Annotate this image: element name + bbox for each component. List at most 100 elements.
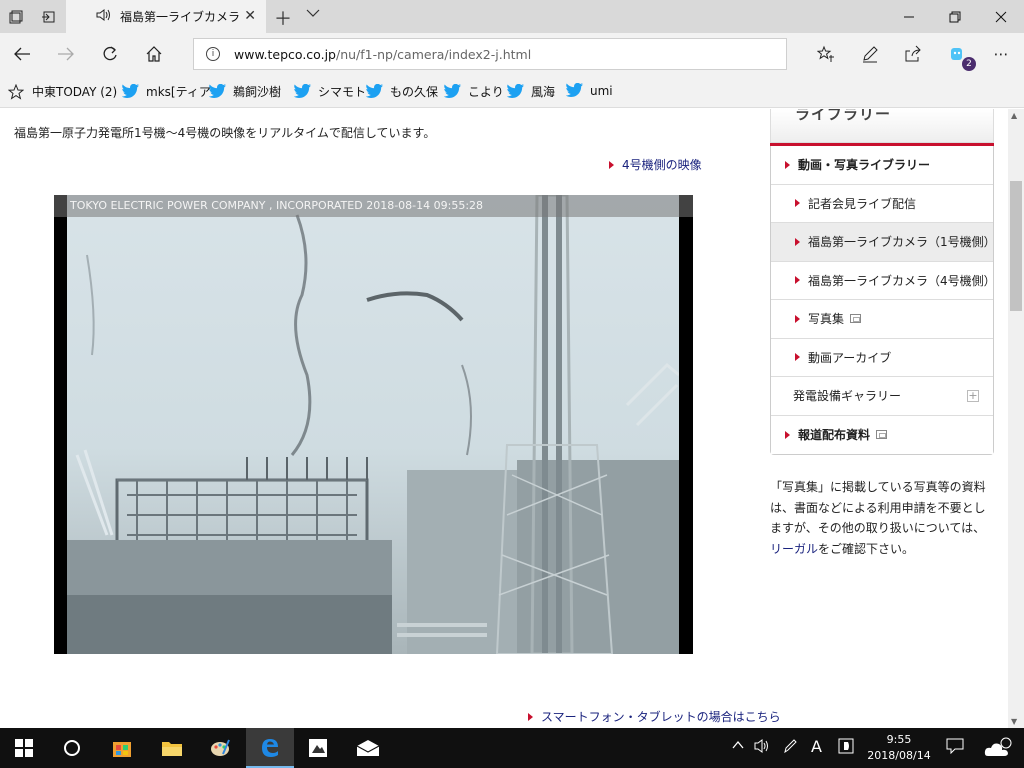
tab-restore-icon[interactable] (37, 6, 59, 28)
favorites-star-icon[interactable] (813, 42, 839, 66)
red-arrow-icon (785, 430, 790, 439)
refresh-icon[interactable] (97, 42, 123, 66)
new-tab-icon[interactable]: ＋ (274, 5, 292, 31)
twitter-icon (122, 84, 140, 99)
start-button[interactable] (0, 728, 48, 768)
minimize-icon[interactable] (886, 0, 932, 33)
favorite-item[interactable]: 中東TODAY (2) (8, 83, 117, 100)
twitter-icon (444, 84, 462, 99)
ime-indicator[interactable]: A (811, 737, 822, 756)
sidebar-item-camera-unit1[interactable]: 福島第一ライブカメラ（1号機側） (771, 223, 996, 262)
intro-text: 福島第一原子力発電所1号機～4号機の映像をリアルタイムで配信しています。 (14, 126, 436, 140)
sidebar-note: 「写真集」に掲載している写真等の資料は、書面などによる利用申請を不要としますが、… (770, 480, 986, 556)
sidebar-item-gallery[interactable]: 発電設備ギャラリー + (771, 377, 993, 416)
taskbar-paint[interactable] (196, 728, 244, 768)
twitter-icon (209, 84, 227, 99)
sidebar-item-press-materials[interactable]: 報道配布資料 (771, 415, 993, 454)
red-arrow-icon (795, 353, 800, 362)
clock-time: 9:55 (886, 733, 912, 746)
close-window-icon[interactable] (978, 0, 1024, 33)
audio-playing-icon[interactable] (96, 9, 114, 24)
favorite-item[interactable]: mks[ティア (122, 83, 211, 100)
star-icon (8, 83, 24, 100)
title-bar: 福島第一ライブカメラ ✕ ＋ (0, 0, 1024, 33)
favorite-item[interactable]: umi (566, 83, 613, 98)
sidebar-title: ライブラリー (795, 109, 892, 123)
ime-mode-icon[interactable] (838, 738, 854, 758)
red-arrow-icon (795, 314, 800, 323)
volume-icon[interactable] (753, 738, 771, 758)
pen-icon[interactable] (857, 42, 883, 66)
red-arrow-icon (609, 160, 614, 169)
palette-icon (211, 739, 230, 756)
new-window-icon (850, 314, 862, 324)
favorite-item[interactable]: こより (444, 83, 504, 100)
sidebar-menu: 動画・写真ライブラリー 記者会見ライブ配信 福島第一ライブカメラ（1号機側） 福… (770, 146, 996, 455)
sidebar-item-photos[interactable]: 写真集 (771, 300, 993, 339)
chevron-down-icon[interactable] (306, 7, 320, 21)
back-arrow-icon[interactable] (9, 42, 35, 66)
favorite-item[interactable]: もの久保 (366, 83, 438, 100)
page-content: 福島第一原子力発電所1号機～4号機の映像をリアルタイムで配信しています。 4号機… (0, 109, 1008, 728)
scroll-up-icon[interactable]: ▲ (1011, 111, 1017, 120)
notification-badge: 2 (962, 57, 976, 71)
site-info-icon[interactable]: i (206, 47, 220, 61)
search-circle-icon (64, 740, 80, 756)
favorite-item[interactable]: 鵜飼沙樹 (209, 83, 281, 100)
smartphone-link[interactable]: スマートフォン・タブレットの場合はこちら (528, 708, 781, 725)
app-icon (309, 739, 327, 757)
pen-workspace-icon[interactable] (782, 738, 798, 758)
folder-icon (162, 742, 182, 756)
more-icon[interactable]: ⋯ (988, 42, 1014, 66)
sidebar-item-camera-unit4[interactable]: 福島第一ライブカメラ（4号機側） (771, 261, 996, 300)
windows-logo-icon (15, 739, 33, 757)
red-arrow-icon (795, 237, 800, 246)
edge-browser-icon (262, 739, 278, 757)
taskbar-edge[interactable] (246, 728, 294, 768)
scrollbar-thumb[interactable] (1010, 181, 1022, 311)
weather-icon[interactable] (984, 734, 1018, 764)
store-icon (113, 742, 131, 757)
tab-set-aside-icon[interactable] (5, 6, 27, 28)
sidebar-item-press-live[interactable]: 記者会見ライブ配信 (771, 184, 993, 223)
twitter-icon (366, 84, 384, 99)
taskbar-mail[interactable] (344, 728, 392, 768)
address-bar[interactable]: i www.tepco.co.jp/nu/f1-np/camera/index2… (193, 38, 787, 70)
red-arrow-icon (785, 160, 790, 169)
taskbar-file-explorer[interactable] (148, 728, 196, 768)
unit4-camera-link[interactable]: 4号機側の映像 (609, 156, 702, 173)
legal-link[interactable]: リーガル (770, 542, 818, 556)
sidebar-header: ライブラリー (770, 109, 994, 143)
favorites-bar: 中東TODAY (2) mks[ティア 鵜飼沙樹 シマモト もの久保 こより 風… (0, 75, 1024, 108)
home-icon[interactable] (141, 42, 167, 66)
search-button[interactable] (48, 728, 96, 768)
live-camera-feed: TOKYO ELECTRIC POWER COMPANY , INCORPORA… (54, 195, 693, 654)
action-center-icon[interactable] (946, 738, 964, 758)
restore-window-icon[interactable] (932, 0, 978, 33)
taskbar: A 9:55 2018/08/14 (0, 728, 1024, 768)
taskbar-app[interactable] (294, 728, 342, 768)
tab-close-icon[interactable]: ✕ (244, 8, 256, 24)
red-arrow-icon (795, 199, 800, 208)
camera-timestamp: TOKYO ELECTRIC POWER COMPANY , INCORPORA… (54, 195, 693, 217)
twitter-icon (507, 84, 525, 99)
sidebar-item-library[interactable]: 動画・写真ライブラリー (771, 146, 993, 185)
new-window-icon (876, 430, 888, 440)
share-icon[interactable] (900, 42, 926, 66)
favorite-item[interactable]: 風海 (507, 83, 555, 100)
red-arrow-icon (528, 712, 533, 721)
red-arrow-icon (795, 276, 800, 285)
twitter-icon (566, 83, 584, 98)
url-text[interactable]: www.tepco.co.jp/nu/f1-np/camera/index2-j… (234, 47, 531, 62)
scroll-down-icon[interactable]: ▼ (1011, 717, 1017, 726)
favorite-item[interactable]: シマモト (294, 83, 366, 100)
vertical-scrollbar[interactable]: ▲ ▼ (1008, 109, 1024, 728)
tab-active[interactable]: 福島第一ライブカメラ ✕ (66, 0, 266, 33)
system-clock[interactable]: 9:55 2018/08/14 (866, 732, 932, 764)
forward-arrow-icon[interactable] (53, 42, 79, 66)
chevron-up-icon[interactable] (731, 738, 745, 756)
taskbar-app-store[interactable] (98, 728, 146, 768)
clock-date: 2018/08/14 (867, 749, 931, 762)
expand-plus-icon[interactable]: + (967, 390, 979, 402)
sidebar-item-video-archive[interactable]: 動画アーカイブ (771, 338, 993, 377)
